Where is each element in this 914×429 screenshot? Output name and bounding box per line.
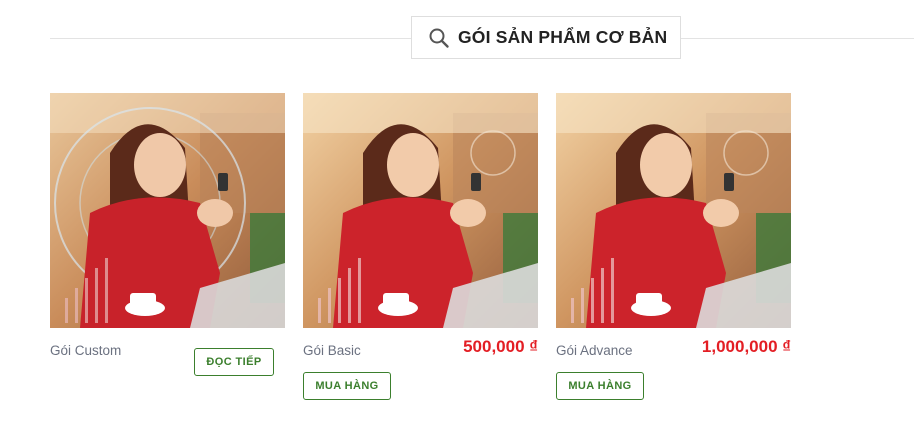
product-image[interactable] — [50, 93, 285, 328]
buy-button[interactable]: MUA HÀNG — [303, 372, 391, 400]
product-card-custom: Gói Custom ĐỌC TIẾP — [50, 93, 285, 376]
product-price: 1,000,000 ₫ — [701, 337, 791, 356]
section-heading: GÓI SẢN PHẨM CƠ BẢN — [411, 16, 681, 59]
product-card-basic: Gói Basic 500,000 ₫ MUA HÀNG — [303, 93, 538, 400]
search-icon — [428, 27, 450, 49]
product-image[interactable] — [556, 93, 791, 328]
product-image[interactable] — [303, 93, 538, 328]
read-more-button[interactable]: ĐỌC TIẾP — [194, 348, 274, 376]
product-name[interactable]: Gói Basic — [303, 343, 361, 358]
product-card-advance: Gói Advance 1,000,000 ₫ MUA HÀNG — [556, 93, 791, 400]
product-name[interactable]: Gói Custom — [50, 343, 121, 358]
section-title: GÓI SẢN PHẨM CƠ BẢN — [458, 27, 668, 47]
buy-button[interactable]: MUA HÀNG — [556, 372, 644, 400]
product-name[interactable]: Gói Advance — [556, 343, 633, 358]
product-price: 500,000 ₫ — [463, 337, 538, 356]
